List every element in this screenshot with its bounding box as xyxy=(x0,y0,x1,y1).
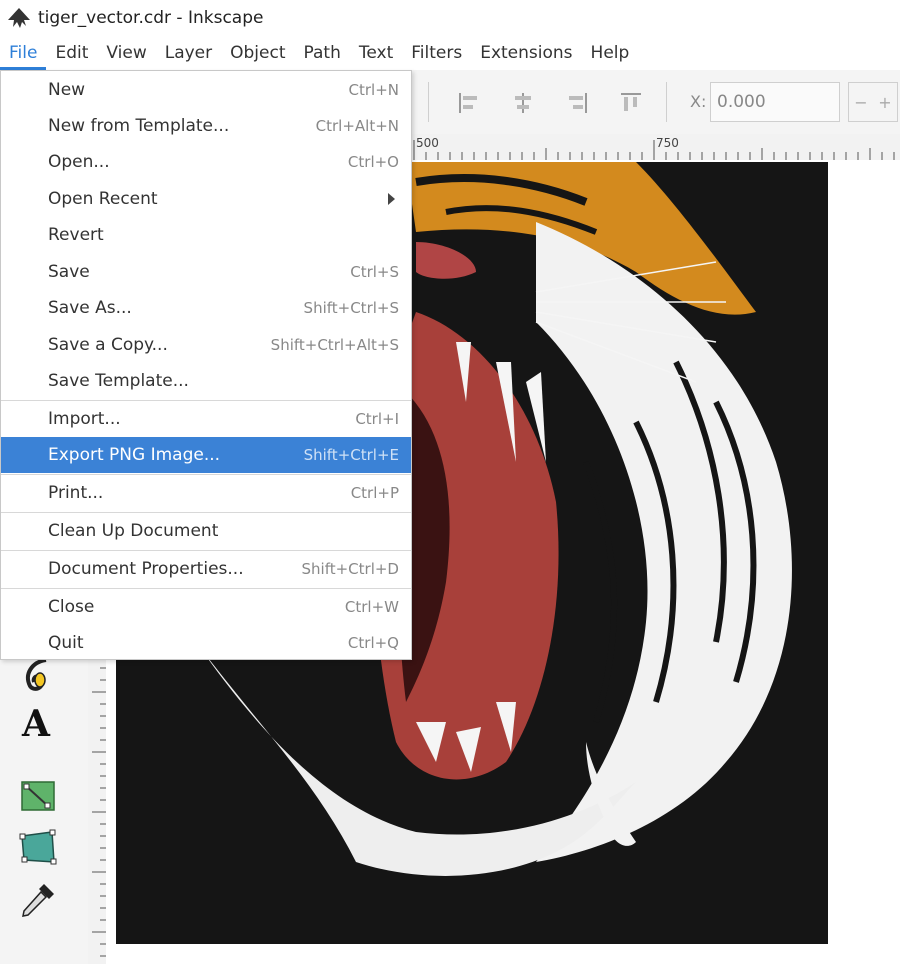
menu-item-label: Save a Copy... xyxy=(48,335,168,355)
menu-text[interactable]: Text xyxy=(350,36,402,70)
menu-item-shortcut: Ctrl+P xyxy=(350,484,399,502)
vertical-ruler-ticks xyxy=(92,667,106,957)
title-bar: tiger_vector.cdr - Inkscape xyxy=(0,0,900,36)
menu-item-label: Save Template... xyxy=(48,371,189,391)
menu-item-label: Document Properties... xyxy=(48,559,244,579)
increment-button[interactable]: + xyxy=(878,93,891,112)
menu-item-save-a-copy[interactable]: Save a Copy... Shift+Ctrl+Alt+S xyxy=(1,327,411,363)
menu-item-shortcut: Ctrl+I xyxy=(355,410,399,428)
menu-item-open[interactable]: Open... Ctrl+O xyxy=(1,144,411,180)
toolbox: A xyxy=(0,658,88,964)
menu-item-shortcut: Ctrl+N xyxy=(348,81,399,99)
menu-help[interactable]: Help xyxy=(582,36,639,70)
svg-text:A: A xyxy=(21,703,51,742)
text-tool-icon[interactable]: A xyxy=(18,702,58,742)
menu-item-document-properties[interactable]: Document Properties... Shift+Ctrl+D xyxy=(1,551,411,587)
align-right-icon[interactable] xyxy=(564,90,590,116)
menu-item-print[interactable]: Print... Ctrl+P xyxy=(1,475,411,511)
menu-item-label: Save As... xyxy=(48,298,132,318)
menu-item-save-as[interactable]: Save As... Shift+Ctrl+S xyxy=(1,290,411,326)
menu-item-save-template[interactable]: Save Template... xyxy=(1,363,411,399)
tool-controls-bar: X: 0.000 − + xyxy=(412,70,900,135)
x-coordinate-input[interactable]: 0.000 xyxy=(710,82,840,122)
menu-path[interactable]: Path xyxy=(295,36,350,70)
menu-item-shortcut: Ctrl+O xyxy=(347,153,399,171)
menu-edit[interactable]: Edit xyxy=(46,36,97,70)
ruler-label-750: 750 xyxy=(656,136,679,150)
menu-item-label: Revert xyxy=(48,225,104,245)
menu-item-shortcut: Shift+Ctrl+Alt+S xyxy=(270,336,399,354)
x-coordinate-stepper[interactable]: − + xyxy=(848,82,898,122)
menu-item-new[interactable]: New Ctrl+N xyxy=(1,72,411,108)
menu-item-quit[interactable]: Quit Ctrl+Q xyxy=(1,625,411,661)
menu-item-shortcut: Ctrl+Q xyxy=(347,634,399,652)
toolbar-separator xyxy=(428,82,429,122)
menu-item-export-png[interactable]: Export PNG Image... Shift+Ctrl+E xyxy=(1,437,411,473)
horizontal-ruler[interactable]: 500 750 xyxy=(412,134,900,161)
file-menu-dropdown: New Ctrl+N New from Template... Ctrl+Alt… xyxy=(0,70,412,660)
menu-object[interactable]: Object xyxy=(221,36,294,70)
menu-item-open-recent[interactable]: Open Recent xyxy=(1,181,411,217)
menu-view[interactable]: View xyxy=(97,36,155,70)
submenu-arrow-icon xyxy=(388,193,395,205)
menu-item-shortcut: Ctrl+S xyxy=(350,263,399,281)
menu-item-save[interactable]: Save Ctrl+S xyxy=(1,254,411,290)
menu-item-label: Open Recent xyxy=(48,189,158,209)
menu-layer[interactable]: Layer xyxy=(156,36,221,70)
window-title: tiger_vector.cdr - Inkscape xyxy=(38,8,264,28)
menu-item-label: Clean Up Document xyxy=(48,521,219,541)
menu-item-shortcut: Shift+Ctrl+D xyxy=(301,560,399,578)
vertical-ruler[interactable] xyxy=(88,660,107,964)
dropper-tool-icon[interactable] xyxy=(18,880,58,920)
menu-filters[interactable]: Filters xyxy=(402,36,471,70)
menu-item-new-from-template[interactable]: New from Template... Ctrl+Alt+N xyxy=(1,108,411,144)
menu-item-revert[interactable]: Revert xyxy=(1,217,411,253)
ruler-label-500: 500 xyxy=(416,136,439,150)
menu-item-label: Open... xyxy=(48,152,110,172)
menu-file[interactable]: File xyxy=(0,36,47,70)
align-center-icon[interactable] xyxy=(510,90,536,116)
gradient-tool-icon[interactable] xyxy=(18,776,58,816)
menu-item-label: Quit xyxy=(48,633,84,653)
menu-item-import[interactable]: Import... Ctrl+I xyxy=(1,401,411,437)
menu-extensions[interactable]: Extensions xyxy=(471,36,581,70)
menu-item-label: New xyxy=(48,80,86,100)
menu-item-shortcut: Shift+Ctrl+S xyxy=(303,299,399,317)
menu-item-clean-up-document[interactable]: Clean Up Document xyxy=(1,513,411,549)
align-left-icon[interactable] xyxy=(456,90,482,116)
menu-item-label: Print... xyxy=(48,483,104,503)
mesh-tool-icon[interactable] xyxy=(18,828,58,868)
x-coordinate-label: X: xyxy=(690,92,707,111)
menu-item-shortcut: Shift+Ctrl+E xyxy=(303,446,399,464)
menu-item-label: New from Template... xyxy=(48,116,230,136)
menu-item-shortcut: Ctrl+Alt+N xyxy=(315,117,399,135)
toolbar-separator xyxy=(666,82,667,122)
inkscape-logo-icon xyxy=(8,8,30,28)
menu-item-label: Import... xyxy=(48,409,121,429)
menu-item-label: Export PNG Image... xyxy=(48,445,221,465)
align-top-icon[interactable] xyxy=(618,90,644,116)
menu-item-label: Close xyxy=(48,597,95,617)
menu-bar: File Edit View Layer Object Path Text Fi… xyxy=(0,36,900,70)
menu-item-shortcut: Ctrl+W xyxy=(344,598,399,616)
menu-item-label: Save xyxy=(48,262,90,282)
menu-item-close[interactable]: Close Ctrl+W xyxy=(1,589,411,625)
decrement-button[interactable]: − xyxy=(854,93,867,112)
